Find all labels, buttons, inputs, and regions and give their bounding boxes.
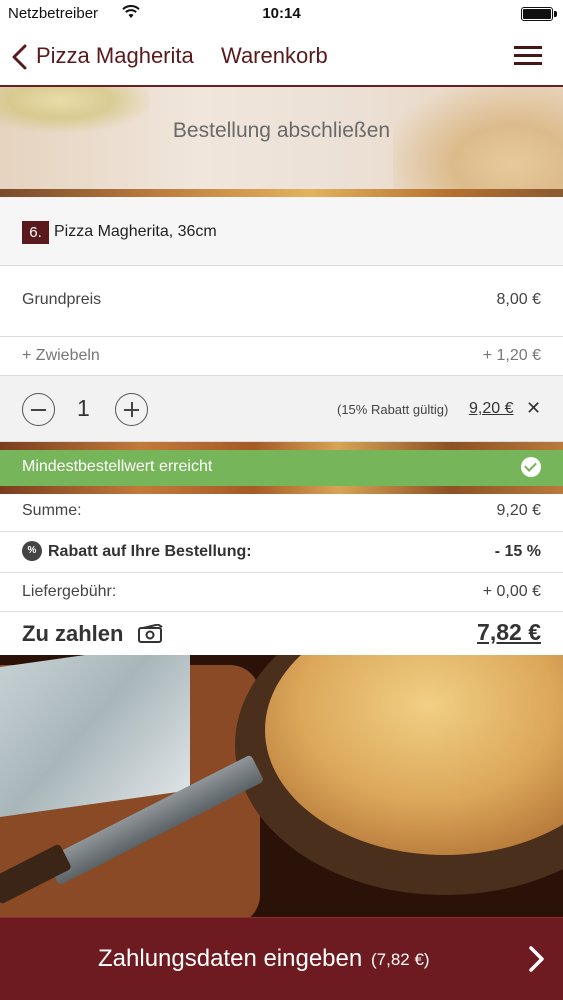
menu-icon[interactable] [514,46,542,66]
delivery-fee-label: Liefergebühr: [22,583,117,600]
topping-price: + 1,20 € [482,347,541,364]
base-price-row: Grundpreis 8,00 € [0,266,563,337]
status-bar: Netzbetreiber 10:14 [0,0,563,27]
discount-value: - 15 % [494,543,541,560]
check-icon [521,457,541,477]
min-order-label: Mindestbestellwert erreicht [22,458,213,475]
hero-image-strip [0,189,563,197]
topping-label: + Zwiebeln [22,347,100,364]
payment-button-label: Zahlungsdaten eingeben [98,945,363,972]
discount-label: Rabatt auf Ihre Bestellung: [48,543,252,560]
quantity-row: 1 (15% Rabatt gültig) 9,20 € ✕ [0,376,563,442]
back-button[interactable]: Pizza Magherita [36,43,194,69]
page-title: Warenkorb [221,43,328,68]
chevron-right-icon [529,946,544,972]
min-order-banner: Mindestbestellwert erreicht [0,450,563,486]
payment-button-amount: (7,82 €) [371,950,430,969]
payment-details-button[interactable]: Zahlungsdaten eingeben (7,82 €) [0,917,563,1000]
close-icon[interactable]: ✕ [526,399,542,417]
topping-row: + Zwiebeln + 1,20 € [0,337,563,376]
delivery-fee-row: Liefergebühr: + 0,00 € [0,573,563,612]
item-number-badge: 6. [22,221,49,244]
decrease-quantity-button[interactable] [22,393,55,426]
discount-row: % Rabatt auf Ihre Bestellung: - 15 % [0,532,563,573]
increase-quantity-button[interactable] [115,393,148,426]
nav-bar: Pizza Magherita Warenkorb [0,27,563,87]
item-line-price[interactable]: 9,20 € [469,400,513,418]
food-photo [0,655,563,917]
item-name: Pizza Magherita, 36cm [54,223,217,240]
sum-row: Summe: 9,20 € [0,494,563,532]
hero-banner: Bestellung abschließen [0,87,563,197]
plus-icon-vertical [131,402,133,417]
cash-icon [138,624,163,643]
percent-icon: % [22,541,42,561]
sum-label: Summe: [22,502,82,519]
sum-value: 9,20 € [496,502,541,519]
base-price-label: Grundpreis [22,291,102,308]
cart-item-header: 6. Pizza Magherita, 36cm [0,197,563,266]
minus-icon [31,409,46,411]
quantity-value: 1 [77,395,90,421]
discount-note: (15% Rabatt gültig) [337,402,449,417]
battery-icon [521,7,557,21]
base-price-value: 8,00 € [496,291,541,308]
clock: 10:14 [262,5,301,22]
total-value: 7,82 € [477,619,541,645]
total-row: Zu zahlen 7,82 € [0,612,563,655]
total-label: Zu zahlen [22,621,124,646]
delivery-fee-value: + 0,00 € [482,583,541,600]
hero-title: Bestellung abschließen [172,119,391,142]
chevron-left-icon[interactable] [10,44,30,70]
